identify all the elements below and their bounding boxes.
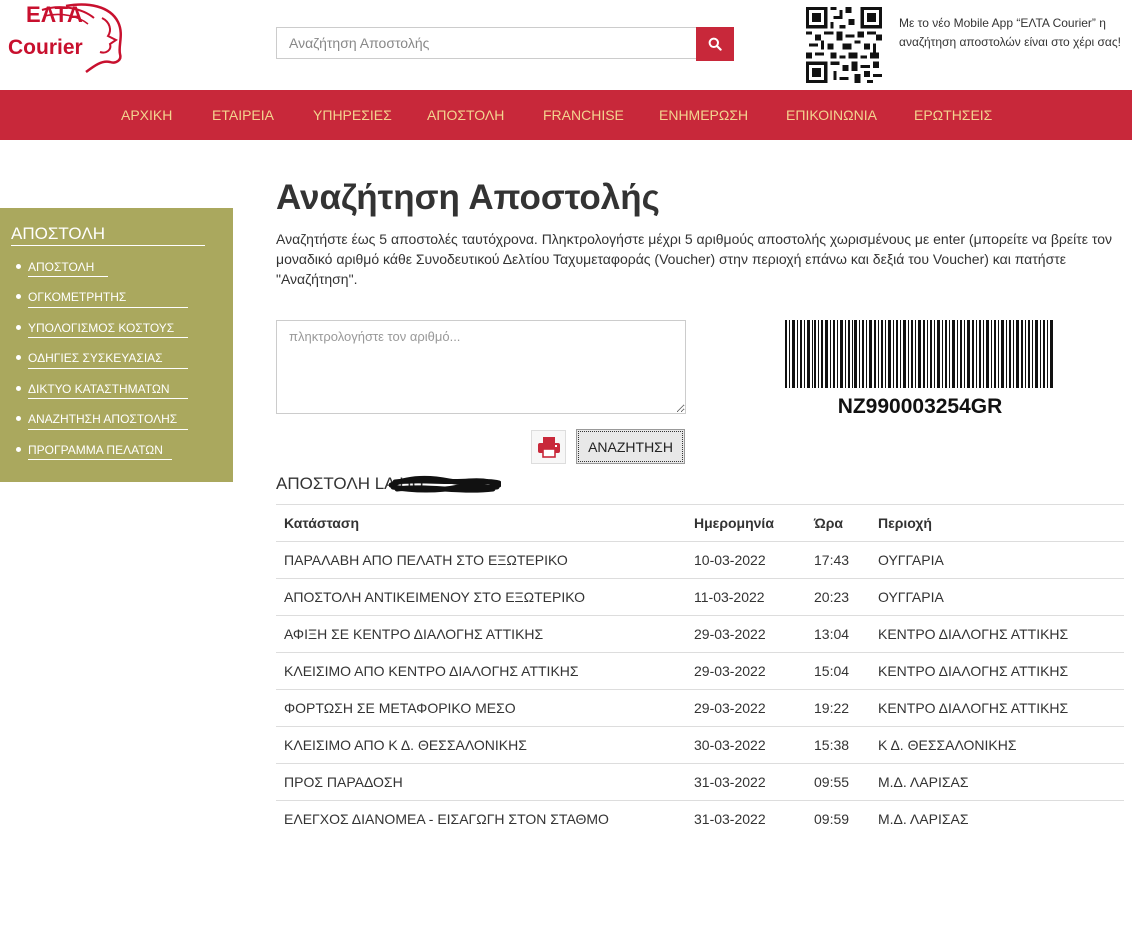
cell-status: ΚΛΕΙΣΙΜΟ ΑΠΟ ΚΕΝΤΡΟ ΔΙΑΛΟΓΗΣ ΑΤΤΙΚΗΣ (276, 652, 686, 690)
logo-line1: ΕΛΤΑ (26, 2, 84, 27)
print-icon (537, 437, 560, 458)
sidebar-item-underline (28, 368, 188, 369)
nav-item-home[interactable]: ΑΡΧΙΚΗ (121, 107, 172, 123)
nav-item-contact[interactable]: ΕΠΙΚΟΙΝΩΝΙΑ (786, 107, 877, 123)
nav-item-faq[interactable]: ΕΡΩΤΗΣΕΙΣ (914, 107, 992, 123)
cell-status: ΑΦΙΞΗ ΣΕ ΚΕΝΤΡΟ ΔΙΑΛΟΓΗΣ ΑΤΤΙΚΗΣ (276, 615, 686, 653)
cell-area: Μ.Δ. ΛΑΡΙΣΑΣ (870, 800, 1124, 837)
print-button[interactable] (531, 430, 566, 464)
cell-time: 20:23 (806, 578, 870, 616)
cell-time: 09:55 (806, 763, 870, 801)
cell-area: Μ.Δ. ΛΑΡΙΣΑΣ (870, 763, 1124, 801)
nav-item-shipment[interactable]: ΑΠΟΣΤΟΛΗ (427, 107, 504, 123)
sidebar-item-underline (28, 337, 188, 338)
cell-area: ΚΕΝΤΡΟ ΔΙΑΛΟΓΗΣ ΑΤΤΙΚΗΣ (870, 615, 1124, 653)
search-icon (708, 37, 722, 51)
column-header-area: Περιοχή (870, 504, 1124, 542)
cell-time: 15:04 (806, 652, 870, 690)
table-row: ΦΟΡΤΩΣΗ ΣΕ ΜΕΤΑΦΟΡΙΚΟ ΜΕΣΟ 29-03-2022 19… (276, 689, 1124, 727)
cell-date: 10-03-2022 (686, 541, 806, 579)
cell-status: ΕΛΕΓΧΟΣ ΔΙΑΝΟΜΕΑ - ΕΙΣΑΓΩΓΗ ΣΤΟΝ ΣΤΑΘΜΟ (276, 800, 686, 837)
cell-status: ΠΡΟΣ ΠΑΡΑΔΟΣΗ (276, 763, 686, 801)
cell-time: 13:04 (806, 615, 870, 653)
mobile-app-promo: Με το νέο Mobile App “ΕΛΤΑ Courier” η αν… (899, 16, 1121, 49)
sidebar-item-underline (28, 276, 108, 277)
table-row: ΕΛΕΓΧΟΣ ΔΙΑΝΟΜΕΑ - ΕΙΣΑΓΩΓΗ ΣΤΟΝ ΣΤΑΘΜΟ … (276, 800, 1124, 837)
column-header-time: Ώρα (806, 504, 870, 542)
table-row: ΠΑΡΑΛΑΒΗ ΑΠΟ ΠΕΛΑΤΗ ΣΤΟ ΕΞΩΤΕΡΙΚΟ 10-03-… (276, 541, 1124, 579)
barcode-image (785, 320, 1053, 388)
sidebar-item-underline (28, 429, 188, 430)
tracking-table: Κατάσταση Ημερομηνία Ώρα Περιοχή ΠΑΡΑΛΑΒ… (276, 504, 1124, 837)
table-row: ΑΦΙΞΗ ΣΕ ΚΕΝΤΡΟ ΔΙΑΛΟΓΗΣ ΑΤΤΙΚΗΣ 29-03-2… (276, 615, 1124, 653)
cell-status: ΦΟΡΤΩΣΗ ΣΕ ΜΕΤΑΦΟΡΙΚΟ ΜΕΣΟ (276, 689, 686, 727)
search-button[interactable] (696, 27, 734, 61)
cell-area: ΚΕΝΤΡΟ ΔΙΑΛΟΓΗΣ ΑΤΤΙΚΗΣ (870, 652, 1124, 690)
sidebar-item-packaging[interactable]: ΟΔΗΓΙΕΣ ΣΥΣΚΕΥΑΣΙΑΣ (16, 351, 163, 365)
search-input[interactable] (276, 27, 708, 59)
page-description: Αναζητήστε έως 5 αποστολές ταυτόχρονα. Π… (276, 231, 1113, 287)
cell-date: 30-03-2022 (686, 726, 806, 764)
cell-area: ΟΥΓΓΑΡΙΑ (870, 541, 1124, 579)
barcode-number: NZ990003254GR (837, 395, 1003, 418)
nav-item-services[interactable]: ΥΠΗΡΕΣΙΕΣ (313, 107, 392, 123)
cell-date: 29-03-2022 (686, 689, 806, 727)
page-title: Αναζήτηση Αποστολής (276, 178, 660, 217)
sidebar-divider (11, 245, 205, 246)
table-row: ΠΡΟΣ ΠΑΡΑΔΟΣΗ 31-03-2022 09:55 Μ.Δ. ΛΑΡΙ… (276, 763, 1124, 801)
cell-status: ΠΑΡΑΛΑΒΗ ΑΠΟ ΠΕΛΑΤΗ ΣΤΟ ΕΞΩΤΕΡΙΚΟ (276, 541, 686, 579)
sidebar-item-underline (28, 459, 172, 460)
nav-item-company[interactable]: ΕΤΑΙΡΕΙΑ (212, 107, 274, 123)
cell-time: 15:38 (806, 726, 870, 764)
tracking-number-input[interactable] (276, 320, 686, 414)
sidebar-title: ΑΠΟΣΤΟΛΗ (11, 224, 105, 243)
search-submit-button[interactable]: ΑΝΑΖΗΤΗΣΗ (576, 429, 685, 464)
main-navbar: ΑΡΧΙΚΗ ΕΤΑΙΡΕΙΑ ΥΠΗΡΕΣΙΕΣ ΑΠΟΣΤΟΛΗ FRANC… (0, 90, 1132, 140)
sidebar-item-volume-meter[interactable]: ΟΓΚΟΜΕΤΡΗΤΗΣ (16, 290, 126, 304)
table-header-row: Κατάσταση Ημερομηνία Ώρα Περιοχή (276, 504, 1124, 542)
sidebar-item-cost-calc[interactable]: ΥΠΟΛΟΓΙΣΜΟΣ ΚΟΣΤΟΥΣ (16, 321, 174, 335)
cell-date: 29-03-2022 (686, 652, 806, 690)
sidebar-item-stores[interactable]: ΔΙΚΤΥΟ ΚΑΤΑΣΤΗΜΑΤΩΝ (16, 382, 170, 396)
sidebar-item-underline (28, 398, 188, 399)
cell-date: 31-03-2022 (686, 800, 806, 837)
sidebar-item-underline (28, 307, 188, 308)
cell-area: ΟΥΓΓΑΡΙΑ (870, 578, 1124, 616)
column-header-date: Ημερομηνία (686, 504, 806, 542)
sidebar-item-customer-program[interactable]: ΠΡΟΓΡΑΜΜΑ ΠΕΛΑΤΩΝ (16, 443, 163, 457)
sidebar: ΑΠΟΣΤΟΛΗ ΑΠΟΣΤΟΛΗ ΟΓΚΟΜΕΤΡΗΤΗΣ ΥΠΟΛΟΓΙΣΜ… (0, 208, 233, 482)
table-row: ΚΛΕΙΣΙΜΟ ΑΠΟ ΚΕΝΤΡΟ ΔΙΑΛΟΓΗΣ ΑΤΤΙΚΗΣ 29-… (276, 652, 1124, 690)
cell-date: 11-03-2022 (686, 578, 806, 616)
cell-status: ΑΠΟΣΤΟΛΗ ΑΝΤΙΚΕΙΜΕΝΟΥ ΣΤΟ ΕΞΩΤΕΡΙΚΟ (276, 578, 686, 616)
cell-time: 09:59 (806, 800, 870, 837)
cell-time: 19:22 (806, 689, 870, 727)
redaction-scribble (389, 475, 501, 493)
cell-date: 29-03-2022 (686, 615, 806, 653)
cell-area: Κ Δ. ΘΕΣΣΑΛΟΝΙΚΗΣ (870, 726, 1124, 764)
elta-courier-logo[interactable]: ΕΛΤΑ Courier (6, 0, 126, 76)
cell-time: 17:43 (806, 541, 870, 579)
nav-item-news[interactable]: ΕΝΗΜΕΡΩΣΗ (659, 107, 748, 123)
table-row: ΚΛΕΙΣΙΜΟ ΑΠΟ Κ Δ. ΘΕΣΣΑΛΟΝΙΚΗΣ 30-03-202… (276, 726, 1124, 764)
cell-date: 31-03-2022 (686, 763, 806, 801)
table-row: ΑΠΟΣΤΟΛΗ ΑΝΤΙΚΕΙΜΕΝΟΥ ΣΤΟ ΕΞΩΤΕΡΙΚΟ 11-0… (276, 578, 1124, 616)
logo-line2: Courier (8, 36, 83, 59)
header-search (276, 27, 734, 61)
cell-status: ΚΛΕΙΣΙΜΟ ΑΠΟ Κ Δ. ΘΕΣΣΑΛΟΝΙΚΗΣ (276, 726, 686, 764)
sidebar-item-tracking[interactable]: ΑΝΑΖΗΤΗΣΗ ΑΠΟΣΤΟΛΗΣ (16, 412, 177, 426)
nav-item-franchise[interactable]: FRANCHISE (543, 107, 624, 123)
cell-area: ΚΕΝΤΡΟ ΔΙΑΛΟΓΗΣ ΑΤΤΙΚΗΣ (870, 689, 1124, 727)
qr-code-icon[interactable] (806, 7, 882, 83)
sidebar-item-shipment[interactable]: ΑΠΟΣΤΟΛΗ (16, 260, 94, 274)
column-header-status: Κατάσταση (276, 504, 686, 542)
